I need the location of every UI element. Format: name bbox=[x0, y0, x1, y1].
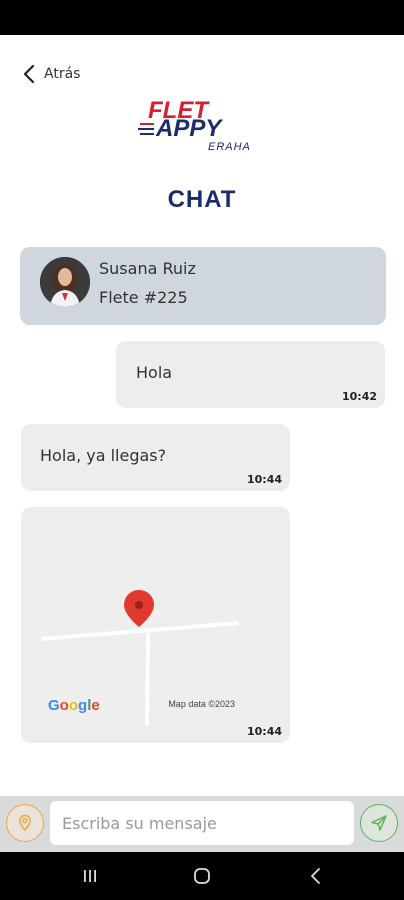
send-icon bbox=[371, 815, 387, 831]
logo-line2: APPY bbox=[155, 115, 223, 142]
home-button[interactable] bbox=[190, 864, 214, 888]
message-outgoing: Hola 10:42 bbox=[116, 341, 385, 408]
message-input[interactable] bbox=[50, 801, 354, 845]
avatar bbox=[40, 257, 90, 307]
message-text: Hola bbox=[136, 363, 173, 382]
composer-bar bbox=[0, 796, 404, 852]
page-title: CHAT bbox=[167, 186, 237, 213]
system-nav-bar bbox=[0, 852, 404, 900]
send-button[interactable] bbox=[360, 804, 398, 842]
google-logo: Google bbox=[48, 697, 100, 714]
contact-card: Susana Ruiz Flete #225 bbox=[20, 247, 386, 325]
recents-icon bbox=[84, 870, 96, 882]
recents-button[interactable] bbox=[78, 864, 102, 888]
chevron-left-icon bbox=[23, 64, 35, 84]
location-map[interactable]: Google Map data ©2023 bbox=[41, 527, 239, 725]
message-time: 10:44 bbox=[246, 725, 282, 738]
chevron-left-icon bbox=[311, 868, 320, 884]
location-pin-icon bbox=[19, 814, 31, 832]
app-logo: FLET APPY ERAHA bbox=[136, 96, 270, 154]
contact-name: Susana Ruiz bbox=[99, 259, 196, 278]
status-bar bbox=[0, 0, 404, 35]
contact-subtitle: Flete #225 bbox=[99, 288, 188, 307]
message-location: Google Map data ©2023 10:44 bbox=[21, 507, 290, 743]
message-incoming: Hola, ya llegas? 10:44 bbox=[21, 424, 290, 491]
home-icon bbox=[194, 868, 210, 884]
message-time: 10:44 bbox=[246, 473, 282, 486]
message-text: Hola, ya llegas? bbox=[40, 446, 167, 465]
logo-line3: ERAHA bbox=[208, 141, 251, 153]
back-nav-button[interactable] bbox=[304, 864, 328, 888]
location-button[interactable] bbox=[6, 804, 44, 842]
back-button[interactable]: Atrás bbox=[22, 62, 80, 86]
back-label: Atrás bbox=[44, 66, 81, 82]
message-time: 10:42 bbox=[341, 390, 377, 403]
map-attribution: Map data ©2023 bbox=[168, 699, 235, 709]
